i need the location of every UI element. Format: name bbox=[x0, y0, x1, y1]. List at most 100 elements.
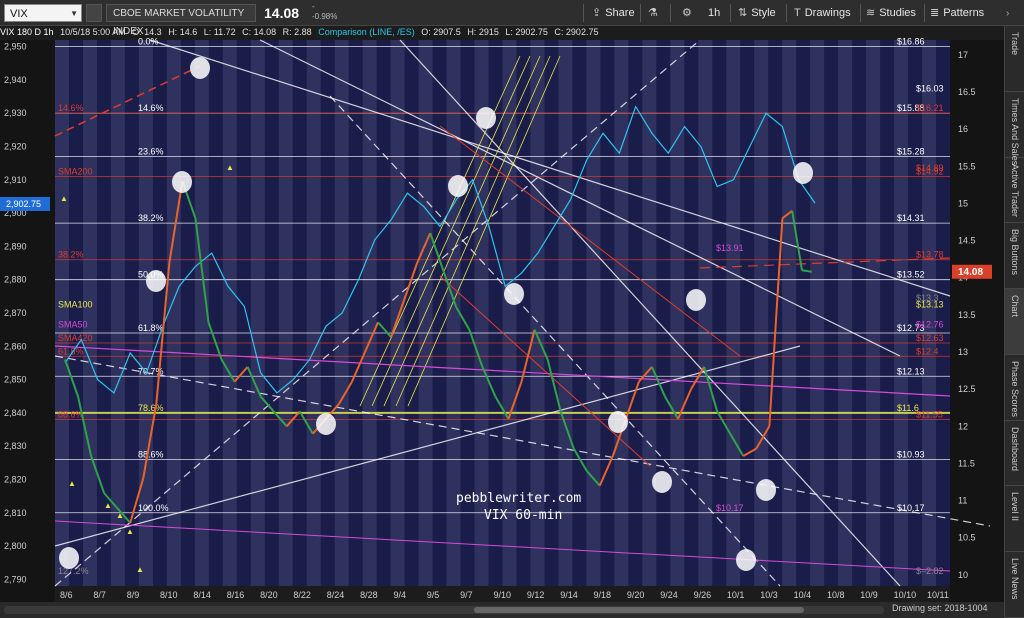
indicator-label: SMA50 bbox=[58, 320, 88, 330]
right-tick-label: 17 bbox=[958, 50, 968, 60]
indicator-price-label: $12.76 bbox=[916, 320, 944, 330]
cmp-high: H: 2915 bbox=[467, 27, 499, 37]
indicator-price-label: $13.3 bbox=[916, 293, 939, 303]
interval-button[interactable]: 1h bbox=[708, 3, 720, 23]
tab-chart[interactable]: Chart bbox=[1005, 289, 1024, 355]
x-tick-label: 9/4 bbox=[393, 590, 406, 600]
patterns-button[interactable]: ≣ Patterns bbox=[930, 3, 984, 23]
up-arrow-icon: ▲ bbox=[68, 479, 76, 488]
chart-scrollbar[interactable] bbox=[4, 606, 884, 614]
tab-live-news[interactable]: Live News bbox=[1005, 552, 1024, 618]
x-tick-label: 10/9 bbox=[860, 590, 878, 600]
x-tick-label: 9/7 bbox=[460, 590, 473, 600]
fib-price-label: $13.52 bbox=[897, 270, 925, 280]
right-tick-label: 16 bbox=[958, 124, 968, 134]
change-percent: -0.98% bbox=[312, 12, 338, 21]
touch-marker bbox=[736, 549, 756, 571]
tab-label: Dashboard bbox=[1010, 426, 1020, 471]
cmp-close: C: 2902.75 bbox=[554, 27, 599, 37]
left-tick-label: 2,890 bbox=[4, 241, 27, 251]
price-chart[interactable]: 2,790 2,800 2,810 2,820 2,830 2,840 2,850 2,860… bbox=[0, 26, 1004, 602]
x-tick-label: 8/22 bbox=[293, 590, 311, 600]
tab-times-and-sales[interactable]: Times And Sales bbox=[1005, 92, 1024, 165]
page-icon[interactable] bbox=[86, 4, 102, 22]
left-tick-label: 2,840 bbox=[4, 408, 27, 418]
right-tick-label: 15 bbox=[958, 198, 968, 208]
tab-level-ii[interactable]: Level II bbox=[1005, 486, 1024, 553]
share-label: Share bbox=[605, 7, 635, 19]
right-tick-label: 12.5 bbox=[958, 384, 976, 394]
gear-button[interactable]: ⚙ bbox=[682, 3, 696, 23]
left-tick-label: 2,830 bbox=[4, 441, 27, 451]
session-stripe bbox=[250, 40, 265, 586]
red-level-label: 88.6% bbox=[58, 410, 84, 420]
touch-marker bbox=[793, 162, 813, 184]
style-label: Style bbox=[751, 7, 776, 19]
flask-button[interactable]: ⚗ bbox=[648, 3, 662, 23]
x-tick-label: 10/8 bbox=[827, 590, 845, 600]
tab-label: Chart bbox=[1010, 295, 1020, 318]
touch-marker bbox=[316, 413, 336, 435]
tab-label: Times And Sales bbox=[1010, 97, 1020, 165]
up-arrow-icon: ▲ bbox=[104, 501, 112, 510]
style-button[interactable]: ⇅ Style bbox=[738, 3, 776, 23]
drawing-set-label[interactable]: Drawing set: 2018-1004 bbox=[892, 603, 988, 613]
fib-level-label: 14.6% bbox=[138, 103, 164, 113]
red-level-label: SMA200 bbox=[58, 167, 93, 177]
studies-label: Studies bbox=[879, 7, 916, 19]
drawings-button[interactable]: T Drawings bbox=[794, 3, 851, 23]
red-price-label: $12.63 bbox=[916, 333, 944, 343]
left-tick-label: 2,910 bbox=[4, 175, 27, 185]
left-tick-label: 2,800 bbox=[4, 541, 27, 551]
red-price-label: $12.4 bbox=[916, 346, 939, 356]
fib-level-label: 88.6% bbox=[138, 449, 164, 459]
left-tick-label: 2,920 bbox=[4, 142, 27, 152]
right-tick-label: 10.5 bbox=[958, 533, 976, 543]
x-tick-label: 9/5 bbox=[427, 590, 440, 600]
x-tick-label: 9/10 bbox=[494, 590, 512, 600]
tab-label: Active Trader bbox=[1010, 163, 1020, 217]
touch-marker bbox=[608, 411, 628, 433]
studies-button[interactable]: ≋ Studies bbox=[866, 3, 916, 23]
collapse-panel-icon[interactable]: › bbox=[1006, 8, 1009, 19]
fib-level-label: 78.6% bbox=[138, 403, 164, 413]
es-price-flag-label: 2,902.75 bbox=[6, 199, 41, 209]
watermark-text: VIX 60-min bbox=[484, 508, 562, 523]
indicator-price-label: $–2.82 bbox=[916, 566, 944, 576]
touch-marker bbox=[59, 547, 79, 569]
left-tick-label: 2,870 bbox=[4, 308, 27, 318]
bar-range: R: 2.88 bbox=[282, 27, 312, 37]
red-price-label: $11.55 bbox=[916, 410, 943, 420]
x-tick-label: 8/28 bbox=[360, 590, 378, 600]
tab-big-buttons[interactable]: Big Buttons bbox=[1005, 223, 1024, 290]
bar-low: L: 11.72 bbox=[203, 27, 236, 37]
tab-phase-scores[interactable]: Phase Scores bbox=[1005, 355, 1024, 421]
watermark-text: pebblewriter.com bbox=[456, 491, 581, 506]
fib-price-label: $10.17 bbox=[897, 503, 925, 513]
tab-active-trader[interactable]: Active Trader bbox=[1005, 158, 1024, 224]
fib-price-label: $15.28 bbox=[897, 147, 925, 157]
x-tick-label: 9/26 bbox=[694, 590, 712, 600]
touch-marker bbox=[686, 289, 706, 311]
indicator-label: SMA100 bbox=[58, 300, 93, 310]
fib-level-label: 100.0% bbox=[138, 503, 169, 513]
bar-date: 10/5/18 5:00 AM bbox=[60, 27, 126, 37]
share-button[interactable]: ⇪ Share bbox=[592, 3, 635, 23]
x-tick-label: 8/6 bbox=[60, 590, 73, 600]
right-tick-label: 14.5 bbox=[958, 236, 976, 246]
right-tick-label: 11.5 bbox=[958, 458, 975, 468]
x-tick-label: 9/24 bbox=[660, 590, 678, 600]
symbol-input[interactable]: VIX ▼ bbox=[4, 4, 82, 22]
patterns-icon: ≣ bbox=[930, 7, 940, 19]
instrument-title: CBOE MARKET VOLATILITY INDEX bbox=[106, 4, 256, 37]
x-tick-label: 10/1 bbox=[727, 590, 745, 600]
scrollbar-thumb[interactable] bbox=[474, 607, 804, 613]
info-bar: VIX 180 D 1h 10/5/18 5:00 AM O: 14.3 H: … bbox=[0, 26, 1000, 38]
chevron-down-icon[interactable]: ▼ bbox=[70, 5, 78, 23]
up-arrow-icon: ▲ bbox=[60, 194, 68, 203]
tab-trade[interactable]: Trade bbox=[1005, 26, 1024, 92]
left-tick-label: 2,860 bbox=[4, 341, 27, 351]
x-tick-label: 8/24 bbox=[327, 590, 345, 600]
session-stripe bbox=[670, 40, 685, 586]
tab-dashboard[interactable]: Dashboard bbox=[1005, 421, 1024, 487]
